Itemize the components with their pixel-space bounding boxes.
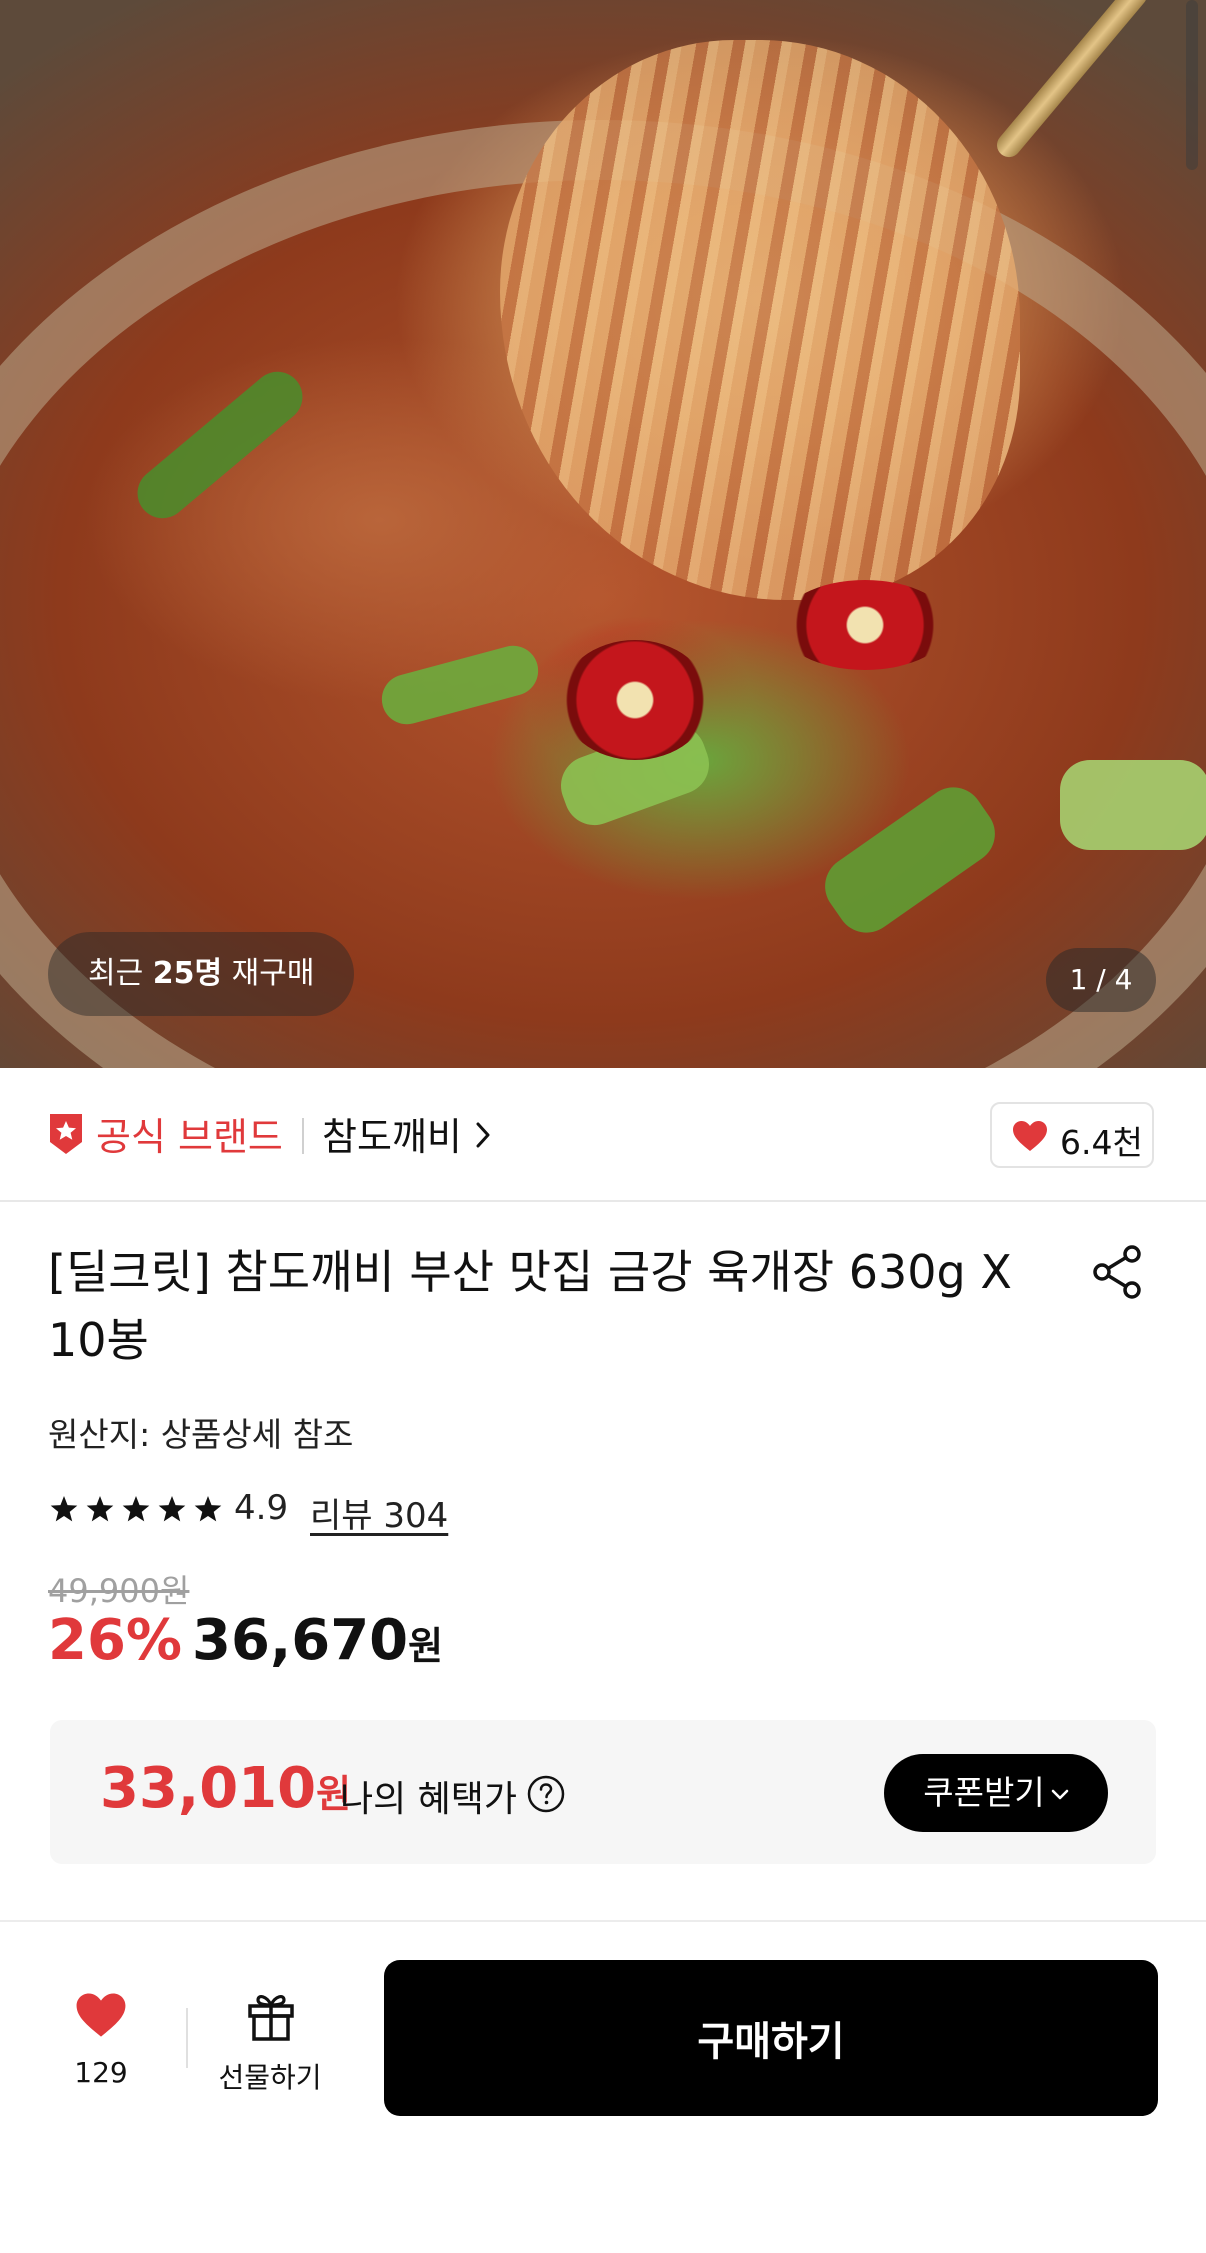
star-icon <box>86 1496 114 1522</box>
brand-name-link[interactable]: 참도깨비 <box>322 1106 462 1161</box>
official-brand-label[interactable]: 공식 브랜드 <box>96 1106 283 1161</box>
wishlist-button[interactable]: 129 <box>48 1982 154 2100</box>
star-icon <box>194 1496 222 1522</box>
price-row: 26% 36,670원 <box>48 1608 443 1688</box>
product-image-carousel[interactable]: 최근 25명 재구매 1 / 4 <box>0 0 1206 1068</box>
product-image-scallion <box>1060 760 1206 850</box>
star-icon <box>50 1496 78 1522</box>
heart-icon <box>76 1993 126 2037</box>
sale-price-currency: 원 <box>408 1624 444 1668</box>
benefit-price: 33,010원 <box>100 1756 351 1821</box>
divider <box>186 2008 188 2068</box>
rating-stars <box>50 1496 222 1522</box>
product-image-pepper <box>780 580 950 670</box>
brand-row: 공식 브랜드 참도깨비 6.4천 <box>0 1068 1206 1202</box>
repurchase-suffix: 재구매 <box>231 956 315 991</box>
buy-button[interactable]: 구매하기 <box>384 1960 1158 2116</box>
coupon-button[interactable]: 쿠폰받기 <box>884 1754 1108 1832</box>
original-price: 49,900원 <box>48 1572 190 1610</box>
chevron-down-icon <box>1051 1789 1069 1799</box>
product-image-spoon <box>992 0 1152 162</box>
brand-like-button[interactable]: 6.4천 <box>990 1102 1154 1168</box>
share-icon[interactable] <box>1090 1244 1146 1300</box>
product-detail-page: 최근 25명 재구매 1 / 4 공식 브랜드 참도깨비 6.4천 [딜크릿] … <box>0 0 1206 2253</box>
origin-info: 원산지: 상품상세 참조 <box>48 1415 354 1454</box>
review-link[interactable]: 리뷰 304 <box>310 1488 448 1537</box>
repurchase-count: 25명 <box>152 956 223 991</box>
chevron-right-icon[interactable] <box>474 1118 494 1152</box>
rating-value: 4.9 <box>234 1488 289 1528</box>
image-page-indicator: 1 / 4 <box>1046 948 1156 1012</box>
bottom-bar-divider <box>0 1920 1206 1922</box>
star-icon <box>158 1496 186 1522</box>
gift-label: 선물하기 <box>218 2061 322 2094</box>
benefit-box: 33,010원 나의 혜택가 쿠폰받기 <box>50 1720 1156 1864</box>
help-circle-icon[interactable] <box>526 1774 566 1814</box>
gift-icon <box>248 1994 294 2041</box>
heart-icon <box>1013 1121 1047 1151</box>
gift-button[interactable]: 선물하기 <box>210 1982 330 2100</box>
discount-rate: 26% <box>48 1608 183 1673</box>
product-image-pepper <box>560 640 710 760</box>
benefit-price-value: 33,010 <box>100 1756 317 1821</box>
official-brand-star-icon <box>50 1114 82 1154</box>
repurchase-badge: 최근 25명 재구매 <box>48 932 355 1016</box>
product-title: [딜크릿] 참도깨비 부산 맛집 금강 육개장 630g X 10봉 <box>48 1245 1012 1367</box>
divider <box>302 1118 304 1154</box>
scrollbar[interactable] <box>1186 0 1198 170</box>
star-icon <box>122 1496 150 1522</box>
wishlist-count: 129 <box>74 2056 128 2089</box>
coupon-button-label: 쿠폰받기 <box>923 1773 1045 1812</box>
repurchase-prefix: 최근 <box>88 956 144 991</box>
benefit-label: 나의 혜택가 <box>340 1779 518 1820</box>
sale-price: 36,670 <box>192 1608 409 1673</box>
brand-like-count: 6.4천 <box>1060 1123 1143 1162</box>
